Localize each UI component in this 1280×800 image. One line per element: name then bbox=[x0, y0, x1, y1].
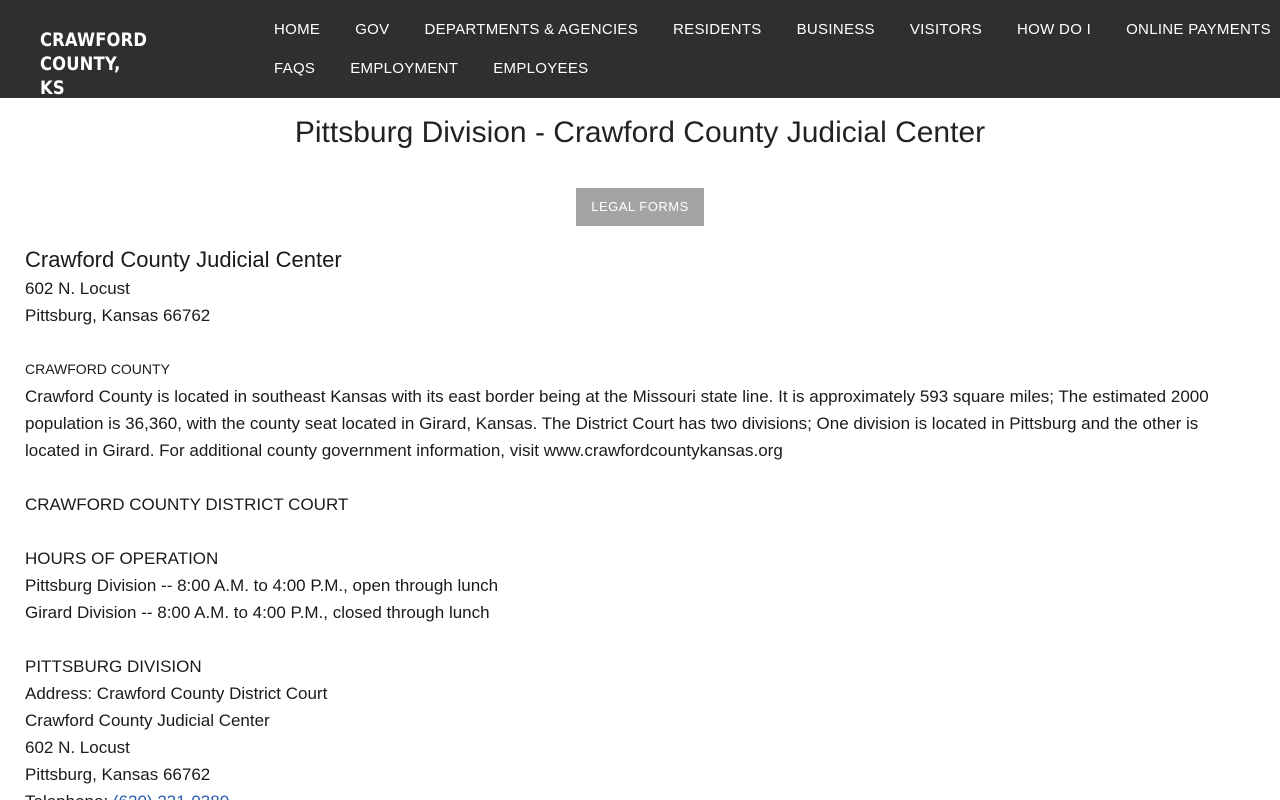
nav-home[interactable]: HOME bbox=[274, 20, 320, 40]
address-line-1: 602 N. Locust bbox=[25, 279, 130, 298]
nav-departments-agencies[interactable]: DEPARTMENTS & AGENCIES bbox=[424, 20, 638, 40]
pittsburg-division-label: PITTSBURG DIVISION bbox=[25, 657, 202, 676]
hours-girard: Girard Division -- 8:00 A.M. to 4:00 P.M… bbox=[25, 603, 490, 622]
hours-label: HOURS OF OPERATION bbox=[25, 549, 219, 568]
hours-pittsburg: Pittsburg Division -- 8:00 A.M. to 4:00 … bbox=[25, 576, 499, 595]
nav-row-1: HOME GOV DEPARTMENTS & AGENCIES RESIDENTS BU… bbox=[274, 20, 1271, 40]
telephone-label: Telephone: bbox=[25, 792, 113, 800]
nav-visitors[interactable]: VISITORS bbox=[910, 20, 982, 40]
address-line-2: Pittsburg, Kansas 66762 bbox=[25, 306, 211, 325]
site-logo[interactable]: CRAWFORD COUNTY, KS bbox=[40, 28, 212, 100]
nav-business[interactable]: BUSINESS bbox=[797, 20, 875, 40]
brand-line-1: CRAWFORD COUNTY, bbox=[40, 29, 148, 75]
page-title: Pittsburg Division - Crawford County Jud… bbox=[294, 116, 986, 149]
pittsburg-address-3: 602 N. Locust bbox=[25, 738, 130, 757]
telephone-line: Telephone: (620) 231-0380 bbox=[25, 788, 1255, 800]
county-description: Crawford County is located in southeast … bbox=[25, 387, 1209, 460]
nav-residents[interactable]: RESIDENTS bbox=[673, 20, 762, 40]
brand-line-2: KS bbox=[40, 77, 65, 99]
district-court-label: CRAWFORD COUNTY DISTRICT COURT bbox=[25, 495, 349, 514]
county-label: CRAWFORD COUNTY bbox=[25, 361, 170, 377]
legal-forms-button[interactable]: LEGAL FORMS bbox=[576, 188, 704, 226]
telephone-link[interactable]: (620) 231-0380 bbox=[113, 792, 229, 800]
nav-employees[interactable]: EMPLOYEES bbox=[493, 59, 588, 79]
site-header: CRAWFORD COUNTY, KS HOME GOV DEPARTMENTS &… bbox=[0, 0, 1280, 100]
nav-faqs[interactable]: FAQS bbox=[274, 59, 315, 79]
nav-online-payments[interactable]: ONLINE PAYMENTS bbox=[1126, 20, 1271, 40]
pittsburg-address-1: Address: Crawford County District Court bbox=[25, 684, 328, 703]
nav-gov[interactable]: GOV bbox=[355, 20, 389, 40]
section-heading: Crawford County Judicial Center bbox=[25, 247, 342, 272]
pittsburg-address-4: Pittsburg, Kansas 66762 bbox=[25, 765, 211, 784]
nav-employment[interactable]: EMPLOYMENT bbox=[350, 59, 458, 79]
main-content: Crawford County Judicial Center 602 N. L… bbox=[25, 245, 1255, 800]
nav-how-do-i[interactable]: HOW DO I bbox=[1017, 20, 1091, 40]
nav-row-2: FAQS EMPLOYMENT EMPLOYEES bbox=[274, 59, 623, 79]
pittsburg-address-2: Crawford County Judicial Center bbox=[25, 711, 270, 730]
